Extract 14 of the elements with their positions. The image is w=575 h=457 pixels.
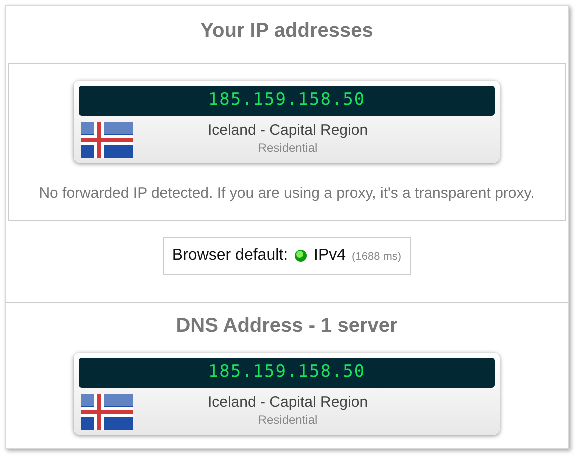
flag-icon xyxy=(81,394,133,430)
note-text: No forwarded IP detected. If you are using a proxy, it's a transparent proxy. xyxy=(39,184,535,204)
location-text: Iceland - Capital Region xyxy=(208,394,368,412)
location-text: Iceland - Capital Region xyxy=(208,122,368,140)
connection-type: Residential xyxy=(258,412,318,428)
protocol-text: IPv4 xyxy=(314,246,346,266)
latency-text: (1688 ms) xyxy=(352,250,402,266)
flag-icon xyxy=(81,122,133,158)
section-title: Your IP addresses xyxy=(200,19,374,44)
browser-default-label: Browser default: xyxy=(172,246,288,266)
section-title: DNS Address - 1 server xyxy=(176,314,398,339)
ip-display: 185.159.158.50 xyxy=(79,86,495,116)
ip-display: 185.159.158.50 xyxy=(79,358,495,388)
connection-type: Residential xyxy=(258,140,318,156)
